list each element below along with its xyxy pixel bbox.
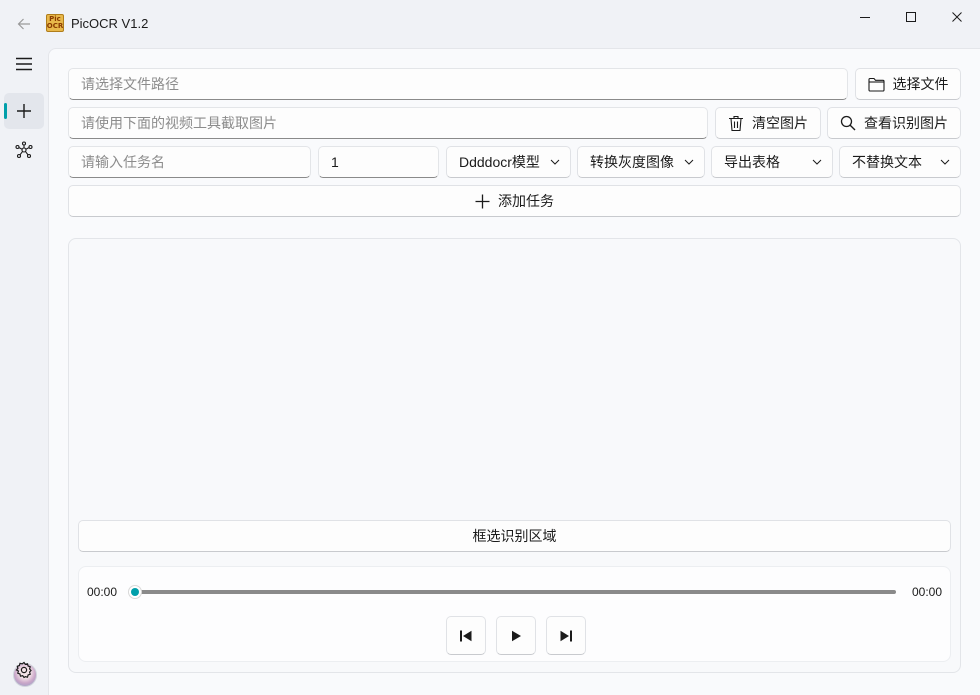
title-bar: Pic OCR PicOCR V1.2	[0, 0, 980, 48]
select-region-label: 框选识别区域	[472, 528, 557, 544]
grayscale-select[interactable]: 转换灰度图像	[577, 146, 705, 178]
play-icon	[512, 630, 521, 641]
image-path-input[interactable]	[68, 107, 708, 139]
model-select-value: Ddddocr模型	[459, 154, 540, 170]
total-time: 00:00	[912, 585, 943, 599]
app-logo: Pic OCR	[46, 14, 64, 32]
model-select[interactable]: Ddddocr模型	[446, 146, 571, 178]
task-count-input[interactable]	[318, 146, 439, 178]
skip-back-button[interactable]	[446, 616, 486, 655]
add-task-label: 添加任务	[498, 193, 554, 209]
back-button[interactable]	[8, 8, 40, 40]
nav-item-add-task[interactable]	[4, 93, 44, 129]
close-icon	[952, 12, 962, 22]
gear-icon	[15, 661, 32, 679]
maximize-icon	[906, 12, 916, 22]
progress-thumb[interactable]	[128, 585, 142, 599]
add-task-button[interactable]: 添加任务	[68, 185, 961, 217]
menu-button[interactable]	[4, 46, 44, 82]
skip-forward-button[interactable]	[546, 616, 586, 655]
arrow-left-icon	[17, 18, 30, 30]
replace-select[interactable]: 不替换文本	[839, 146, 961, 178]
close-button[interactable]	[934, 0, 980, 34]
minimize-button[interactable]	[842, 0, 888, 34]
task-name-input[interactable]	[68, 146, 311, 178]
file-path-input[interactable]	[68, 68, 848, 100]
current-time: 00:00	[87, 585, 118, 599]
plus-icon	[475, 194, 490, 208]
chevron-down-icon	[684, 159, 694, 165]
hamburger-icon	[16, 57, 32, 71]
clear-images-button[interactable]: 清空图片	[715, 107, 821, 139]
select-file-label: 选择文件	[892, 76, 949, 92]
search-icon	[840, 115, 856, 131]
folder-icon	[867, 77, 885, 92]
progress-track[interactable]	[135, 590, 896, 594]
minimize-icon	[860, 17, 870, 18]
chevron-down-icon	[940, 159, 950, 165]
chevron-down-icon	[812, 159, 822, 165]
clear-images-label: 清空图片	[752, 115, 808, 131]
skip-back-icon	[460, 630, 472, 641]
select-region-button[interactable]: 框选识别区域	[78, 520, 951, 552]
replace-select-value: 不替换文本	[852, 154, 922, 170]
trash-icon	[729, 115, 743, 131]
view-images-label: 查看识别图片	[864, 115, 948, 131]
network-icon	[15, 141, 33, 159]
view-images-button[interactable]: 查看识别图片	[827, 107, 961, 139]
play-button[interactable]	[496, 616, 536, 655]
export-select-value: 导出表格	[724, 154, 780, 170]
export-select[interactable]: 导出表格	[711, 146, 833, 178]
select-file-button[interactable]: 选择文件	[855, 68, 961, 100]
grayscale-select-value: 转换灰度图像	[590, 154, 674, 170]
nav-item-network[interactable]	[4, 132, 44, 168]
skip-forward-icon	[560, 630, 572, 641]
maximize-button[interactable]	[888, 0, 934, 34]
chevron-down-icon	[550, 159, 560, 165]
app-title: PicOCR V1.2	[71, 16, 149, 31]
navigation-sidebar	[0, 44, 48, 695]
media-player: 00:00 00:00	[78, 566, 951, 662]
settings-button[interactable]	[4, 652, 44, 688]
plus-icon	[17, 104, 31, 118]
